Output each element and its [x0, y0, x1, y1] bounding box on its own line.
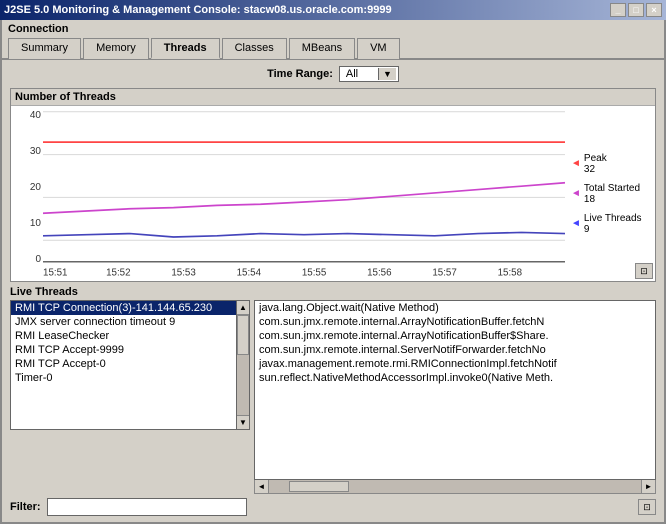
- tab-memory[interactable]: Memory: [83, 38, 149, 59]
- legend-total-label: Total Started 18: [584, 183, 640, 205]
- legend-live: ◄ Live Threads 9: [571, 213, 649, 235]
- y-label-0: 0: [35, 254, 41, 265]
- chart-title: Number of Threads: [11, 89, 655, 106]
- thread-item[interactable]: RMI LeaseChecker: [11, 329, 249, 343]
- close-button[interactable]: ×: [646, 3, 662, 17]
- legend-live-label: Live Threads 9: [584, 213, 642, 235]
- window-controls: _ □ ×: [610, 3, 662, 17]
- scrollbar-down-button[interactable]: ▼: [237, 415, 249, 429]
- tab-mbeans[interactable]: MBeans: [289, 38, 355, 59]
- svg-text:15:53: 15:53: [171, 267, 196, 278]
- filter-row: Filter: ⊡: [10, 498, 656, 516]
- y-label-10: 10: [30, 218, 41, 229]
- svg-text:15:54: 15:54: [237, 267, 262, 278]
- thread-list-wrap: RMI TCP Connection(3)-141.144.65.230 JMX…: [10, 300, 250, 494]
- thread-item[interactable]: RMI TCP Accept-9999: [11, 343, 249, 357]
- time-range-arrow[interactable]: ▼: [378, 68, 396, 80]
- chart-section: Number of Threads 40 30 20 10 0: [10, 88, 656, 282]
- window-title: J2SE 5.0 Monitoring & Management Console…: [4, 4, 392, 16]
- main-window: Connection Summary Memory Threads Classe…: [0, 20, 666, 524]
- time-range-value: All: [342, 68, 378, 80]
- tab-vm[interactable]: VM: [357, 38, 400, 59]
- chart-canvas: 15:51 15:52 15:53 15:54 15:55 15:56 15:5…: [43, 106, 565, 281]
- stack-item: java.lang.Object.wait(Native Method): [255, 301, 655, 315]
- thread-item[interactable]: RMI TCP Accept-0: [11, 357, 249, 371]
- thread-list-scrollbar[interactable]: ▲ ▼: [236, 300, 250, 430]
- live-threads-content: RMI TCP Connection(3)-141.144.65.230 JMX…: [10, 300, 656, 494]
- tabs-bar: Summary Memory Threads Classes MBeans VM: [2, 35, 664, 60]
- filter-zoom-button[interactable]: ⊡: [638, 499, 656, 515]
- legend-live-arrow: ◄: [571, 218, 581, 229]
- time-range-row: Time Range: All ▼: [10, 66, 656, 82]
- hscroll-right-button[interactable]: ►: [641, 480, 655, 493]
- stack-item: javax.management.remote.rmi.RMIConnectio…: [255, 357, 655, 371]
- tab-classes[interactable]: Classes: [222, 38, 287, 59]
- legend-total-arrow: ◄: [571, 188, 581, 199]
- stack-hscrollbar[interactable]: ◄ ►: [254, 480, 656, 494]
- scrollbar-up-button[interactable]: ▲: [237, 301, 249, 315]
- thread-item[interactable]: RMI TCP Connection(3)-141.144.65.230: [11, 301, 249, 315]
- svg-text:15:52: 15:52: [106, 267, 131, 278]
- chart-y-axis: 40 30 20 10 0: [11, 106, 43, 281]
- thread-item[interactable]: JMX server connection timeout 9: [11, 315, 249, 329]
- svg-text:15:57: 15:57: [432, 267, 457, 278]
- svg-text:15:58: 15:58: [498, 267, 523, 278]
- svg-text:15:56: 15:56: [367, 267, 392, 278]
- hscroll-track: [269, 480, 641, 493]
- stack-item: sun.reflect.NativeMethodAccessorImpl.inv…: [255, 371, 655, 385]
- maximize-button[interactable]: □: [628, 3, 644, 17]
- live-threads-section: Live Threads RMI TCP Connection(3)-141.1…: [10, 286, 656, 516]
- filter-input[interactable]: [47, 498, 247, 516]
- thread-item[interactable]: Timer-0: [11, 371, 249, 385]
- tab-threads[interactable]: Threads: [151, 38, 220, 59]
- hscroll-left-button[interactable]: ◄: [255, 480, 269, 493]
- chart-zoom-button[interactable]: ⊡: [635, 263, 653, 279]
- stack-trace-wrap: java.lang.Object.wait(Native Method) com…: [254, 300, 656, 494]
- chart-inner: 40 30 20 10 0: [11, 106, 655, 281]
- legend-peak-label: Peak 32: [584, 153, 607, 175]
- svg-text:15:51: 15:51: [43, 267, 68, 278]
- time-range-label: Time Range:: [267, 68, 333, 80]
- legend-peak: ◄ Peak 32: [571, 153, 649, 175]
- time-range-select[interactable]: All ▼: [339, 66, 399, 82]
- chart-svg: 15:51 15:52 15:53 15:54 15:55 15:56 15:5…: [43, 106, 565, 281]
- filter-label: Filter:: [10, 501, 41, 513]
- y-label-30: 30: [30, 146, 41, 157]
- stack-trace: java.lang.Object.wait(Native Method) com…: [254, 300, 656, 480]
- y-label-20: 20: [30, 182, 41, 193]
- connection-label: Connection: [2, 20, 664, 35]
- hscroll-thumb[interactable]: [289, 481, 349, 492]
- stack-item: com.sun.jmx.remote.internal.ServerNotifF…: [255, 343, 655, 357]
- stack-item: com.sun.jmx.remote.internal.ArrayNotific…: [255, 329, 655, 343]
- title-bar: J2SE 5.0 Monitoring & Management Console…: [0, 0, 666, 20]
- live-threads-title: Live Threads: [10, 286, 656, 298]
- thread-list[interactable]: RMI TCP Connection(3)-141.144.65.230 JMX…: [10, 300, 250, 430]
- legend-peak-arrow: ◄: [571, 158, 581, 169]
- chart-legend: ◄ Peak 32 ◄ Total Started 18: [565, 106, 655, 281]
- content-area: Time Range: All ▼ Number of Threads 40 3…: [2, 60, 664, 522]
- scrollbar-thumb[interactable]: [237, 315, 249, 355]
- stack-item: com.sun.jmx.remote.internal.ArrayNotific…: [255, 315, 655, 329]
- legend-total: ◄ Total Started 18: [571, 183, 649, 205]
- svg-text:15:55: 15:55: [302, 267, 327, 278]
- scrollbar-track: [237, 315, 249, 415]
- y-label-40: 40: [30, 110, 41, 121]
- tab-summary[interactable]: Summary: [8, 38, 81, 59]
- minimize-button[interactable]: _: [610, 3, 626, 17]
